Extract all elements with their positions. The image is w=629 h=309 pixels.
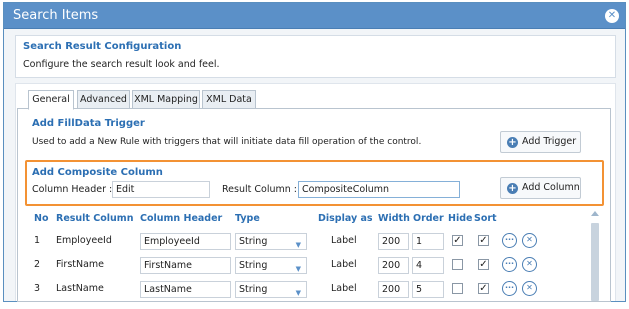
tab-general[interactable]: General bbox=[28, 90, 74, 110]
dialog-title: Search Items bbox=[13, 8, 99, 23]
tab-advanced[interactable]: Advanced bbox=[77, 90, 130, 109]
ellipsis-circle-icon[interactable]: ··· bbox=[502, 257, 517, 272]
col-header-hide: Hide bbox=[448, 213, 473, 224]
title-bar: Search Items ✕ bbox=[4, 3, 625, 29]
row-result-column: LastName bbox=[56, 283, 104, 294]
row-width-input[interactable]: 200 bbox=[378, 281, 409, 298]
row-width-input[interactable]: 200 bbox=[378, 233, 409, 250]
row-number: 3 bbox=[34, 283, 41, 294]
chevron-down-icon: ▼ bbox=[295, 265, 301, 273]
col-header-sort: Sort bbox=[474, 213, 497, 224]
result-column-input[interactable]: CompositeColumn bbox=[298, 181, 460, 198]
scroll-thumb[interactable] bbox=[591, 223, 599, 301]
filldata-heading: Add FillData Trigger bbox=[32, 118, 145, 129]
row-column-header-input[interactable]: EmployeeId bbox=[140, 233, 231, 250]
col-header-column-header: Column Header bbox=[140, 213, 223, 224]
row-order-input[interactable]: 4 bbox=[412, 257, 444, 274]
row-width-input[interactable]: 200 bbox=[378, 257, 409, 274]
close-icon[interactable]: ✕ bbox=[605, 9, 619, 23]
row-display-as: Label bbox=[331, 235, 357, 246]
table-scrollbar[interactable] bbox=[590, 211, 600, 301]
plus-circle-icon: + bbox=[507, 137, 518, 148]
col-header-no: No bbox=[34, 213, 49, 224]
tools-circle-icon[interactable]: ✕ bbox=[522, 233, 537, 248]
plus-circle-icon: + bbox=[507, 183, 518, 194]
tools-circle-icon[interactable]: ✕ bbox=[522, 257, 537, 272]
ellipsis-circle-icon[interactable]: ··· bbox=[502, 281, 517, 296]
col-header-result-column: Result Column bbox=[56, 213, 134, 224]
col-header-order: Order bbox=[413, 213, 444, 224]
row-column-header-input[interactable]: FirstName bbox=[140, 257, 231, 274]
col-header-display-as: Display as bbox=[318, 213, 373, 224]
row-result-column: EmployeeId bbox=[56, 235, 112, 246]
row-column-header-input[interactable]: LastName bbox=[140, 281, 231, 298]
row-display-as: Label bbox=[331, 259, 357, 270]
composite-heading: Add Composite Column bbox=[32, 167, 163, 178]
config-heading: Search Result Configuration bbox=[23, 41, 182, 52]
row-display-as: Label bbox=[331, 283, 357, 294]
row-sort-checkbox[interactable]: ✓ bbox=[478, 283, 489, 294]
row-order-input[interactable]: 5 bbox=[412, 281, 444, 298]
filldata-description: Used to add a New Rule with triggers tha… bbox=[32, 137, 422, 147]
scroll-up-icon[interactable] bbox=[591, 211, 599, 216]
row-hide-checkbox[interactable] bbox=[452, 259, 463, 270]
row-type-select[interactable]: String ▼ bbox=[235, 257, 307, 274]
chevron-down-icon: ▼ bbox=[295, 289, 301, 297]
row-order-input[interactable]: 1 bbox=[412, 233, 444, 250]
column-header-label: Column Header : bbox=[32, 184, 113, 195]
add-column-button[interactable]: + Add Column bbox=[500, 177, 581, 199]
ellipsis-circle-icon[interactable]: ··· bbox=[502, 233, 517, 248]
col-header-type: Type bbox=[235, 213, 260, 224]
col-header-width: Width bbox=[378, 213, 410, 224]
row-sort-checkbox[interactable]: ✓ bbox=[478, 235, 489, 246]
tab-xml-mapping[interactable]: XML Mapping bbox=[132, 90, 200, 109]
result-column-label: Result Column : bbox=[222, 184, 297, 195]
add-trigger-button[interactable]: + Add Trigger bbox=[500, 131, 581, 153]
row-hide-checkbox[interactable] bbox=[452, 283, 463, 294]
row-number: 2 bbox=[34, 259, 41, 270]
row-type-select[interactable]: String ▼ bbox=[235, 281, 307, 298]
row-type-select[interactable]: String ▼ bbox=[235, 233, 307, 250]
tab-xml-data[interactable]: XML Data bbox=[202, 90, 256, 109]
config-header: Search Result Configuration Configure th… bbox=[15, 35, 616, 78]
tools-circle-icon[interactable]: ✕ bbox=[522, 281, 537, 296]
row-hide-checkbox[interactable]: ✓ bbox=[452, 235, 463, 246]
row-result-column: FirstName bbox=[56, 259, 105, 270]
row-number: 1 bbox=[34, 235, 41, 246]
chevron-down-icon: ▼ bbox=[295, 241, 301, 249]
row-sort-checkbox[interactable]: ✓ bbox=[478, 259, 489, 270]
config-description: Configure the search result look and fee… bbox=[23, 59, 220, 70]
column-header-input[interactable]: Edit bbox=[112, 181, 210, 198]
